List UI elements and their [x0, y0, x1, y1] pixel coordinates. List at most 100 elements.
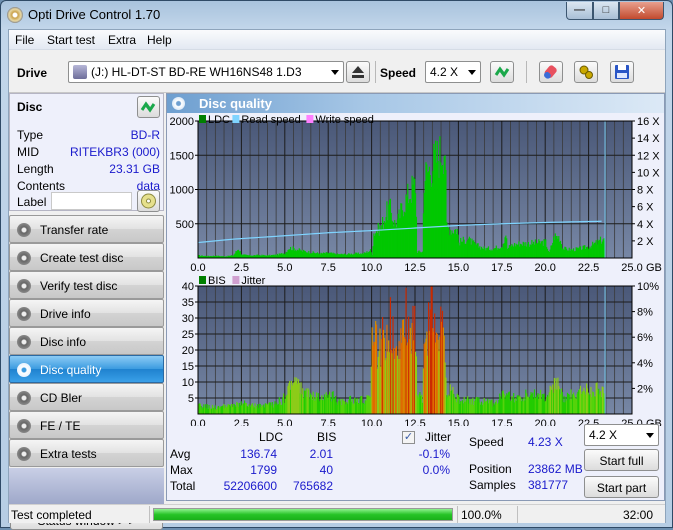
status-separator — [149, 506, 150, 523]
minimize-button[interactable]: — — [566, 2, 593, 20]
settings-button[interactable] — [574, 61, 598, 83]
y-tick-label: 1500 — [170, 150, 194, 162]
x-tick-label: 2.5 — [234, 418, 249, 426]
extra-tests-icon — [17, 447, 31, 461]
chevron-down-icon — [468, 70, 476, 75]
y-tick-label: 25 — [182, 329, 194, 341]
status-bar: Test completed 100.0% 32:00 — [9, 504, 665, 523]
total-ldc-value: 52206600 — [223, 479, 277, 493]
x-tick-label: 15.0 — [448, 418, 469, 426]
speed-select[interactable]: 4.2 X — [425, 61, 481, 83]
chevron-down-icon — [646, 433, 654, 438]
jitter-header: Jitter — [425, 430, 452, 444]
y2-tick-label: 4 X — [637, 219, 654, 231]
y2-tick-label: 10 X — [637, 167, 660, 179]
disc-mid-label: MID — [17, 145, 39, 159]
jitter-checkbox[interactable]: ✓ — [402, 431, 415, 444]
drive-select-value: (J:) HL-DT-ST BD-RE WH16NS48 1.D3 — [91, 65, 302, 79]
legend-swatch — [199, 115, 206, 123]
y2-tick-label: 12 X — [637, 150, 660, 162]
y2-tick-label: 16 X — [637, 116, 660, 128]
transfer-rate-icon — [17, 223, 31, 237]
nav-label: FE / TE — [40, 419, 81, 433]
app-disc-icon — [7, 7, 23, 23]
floppy-disk-icon — [615, 65, 629, 79]
speed-select-value: 4.2 X — [430, 65, 459, 79]
max-label: Max — [170, 463, 193, 477]
nav-disc-quality[interactable]: Disc quality — [9, 355, 164, 383]
disc-length-value: 23.31 GB — [109, 162, 160, 176]
y2-tick-label: 8 X — [637, 185, 654, 197]
nav-create-test-disc[interactable]: Create test disc — [9, 243, 164, 271]
disc-quality-panel: Disc quality 500 1000 1500 2000 0.0 2.5 5.0 7.5… — [166, 93, 665, 501]
ldc-header: LDC — [259, 430, 284, 444]
nav-extra-tests[interactable]: Extra tests — [9, 439, 164, 467]
x-tick-label: 0.0 — [190, 418, 205, 426]
y-tick-label: 1000 — [170, 185, 194, 197]
nav-label: Disc quality — [40, 363, 102, 377]
toolbar-separator — [526, 61, 527, 83]
minimize-icon: — — [574, 4, 585, 16]
disc-type-label: Type — [17, 128, 44, 142]
disc-label-label: Label — [17, 195, 47, 209]
fe-te-icon — [17, 419, 31, 433]
max-ldc-value: 1799 — [250, 463, 277, 477]
nav-transfer-rate[interactable]: Transfer rate — [9, 215, 164, 243]
drive-info-icon — [17, 307, 31, 321]
menu-help[interactable]: Help — [147, 33, 172, 47]
disc-info-panel: Disc Type BD-R MID RITEKBR3 (000) Length… — [9, 93, 164, 212]
nav-disc-info[interactable]: Disc info — [9, 327, 164, 355]
x-tick-label: 17.5 — [491, 418, 512, 426]
samples-value: 381777 — [528, 478, 569, 492]
save-button[interactable] — [610, 61, 634, 83]
start-full-button[interactable]: Start full — [584, 449, 659, 471]
y2-tick-label: 14 X — [637, 133, 660, 145]
legend-label: BIS — [208, 275, 226, 287]
nav-fe-te[interactable]: FE / TE — [9, 411, 164, 439]
x-tick-label: 7.5 — [321, 418, 336, 426]
x-tick-label: 20.0 — [534, 418, 555, 426]
ldc-chart: 5001000150020000.0 2.5 5.0 7.5 10.0 12.5 15.0 1… — [170, 115, 662, 274]
refresh-button[interactable] — [490, 61, 514, 83]
legend-swatch — [306, 115, 314, 123]
title-bar[interactable]: Opti Drive Control 1.70 — □ ✕ — [1, 1, 672, 29]
y-tick-label: 5 — [188, 393, 194, 405]
menu-file[interactable]: File — [15, 33, 34, 47]
x-tick-label: 5.0 — [277, 418, 292, 426]
stats-panel: LDC BIS ✓ Jitter Avg 136.74 2.01 -0.1% M… — [167, 424, 664, 501]
menu-extra[interactable]: Extra — [108, 33, 136, 47]
y2-tick-label: 10% — [637, 281, 659, 293]
disc-type-row: Type BD-R — [17, 128, 160, 144]
disc-label-input[interactable] — [51, 192, 132, 210]
test-speed-select[interactable]: 4.2 X — [584, 424, 659, 446]
nav-cd-bler[interactable]: CD Bler — [9, 383, 164, 411]
close-button[interactable]: ✕ — [619, 2, 664, 20]
nav-label: Create test disc — [40, 251, 124, 265]
drive-select[interactable]: (J:) HL-DT-ST BD-RE WH16NS48 1.D3 — [68, 61, 344, 83]
disc-label-button[interactable] — [137, 190, 160, 212]
nav-label: Disc info — [40, 335, 87, 349]
bis-header: BIS — [317, 430, 337, 444]
progress-fill — [154, 509, 452, 520]
drive-label: Drive — [17, 66, 48, 80]
nav-label: Extra tests — [40, 447, 97, 461]
maximize-button[interactable]: □ — [593, 2, 619, 20]
nav-verify-test-disc[interactable]: Verify test disc — [9, 271, 164, 299]
status-separator — [517, 506, 518, 523]
eject-button[interactable] — [346, 61, 370, 83]
disc-info-icon — [17, 335, 31, 349]
start-part-button[interactable]: Start part — [584, 476, 659, 498]
nav-filler — [9, 468, 164, 506]
menu-start-test[interactable]: Start test — [47, 33, 95, 47]
test-speed-select-value: 4.2 X — [589, 428, 618, 442]
legend-label: Write speed — [315, 115, 374, 126]
disc-refresh-button[interactable] — [137, 96, 160, 118]
erase-button[interactable] — [539, 61, 563, 83]
nav-drive-info[interactable]: Drive info — [9, 299, 164, 327]
avg-jitter-value: -0.1% — [418, 447, 450, 461]
progress-bar — [153, 508, 453, 521]
total-bis-value: 765682 — [292, 479, 333, 493]
max-jitter-value: 0.0% — [422, 463, 450, 477]
create-test-disc-icon — [17, 251, 31, 265]
window-title: Opti Drive Control 1.70 — [28, 7, 161, 22]
